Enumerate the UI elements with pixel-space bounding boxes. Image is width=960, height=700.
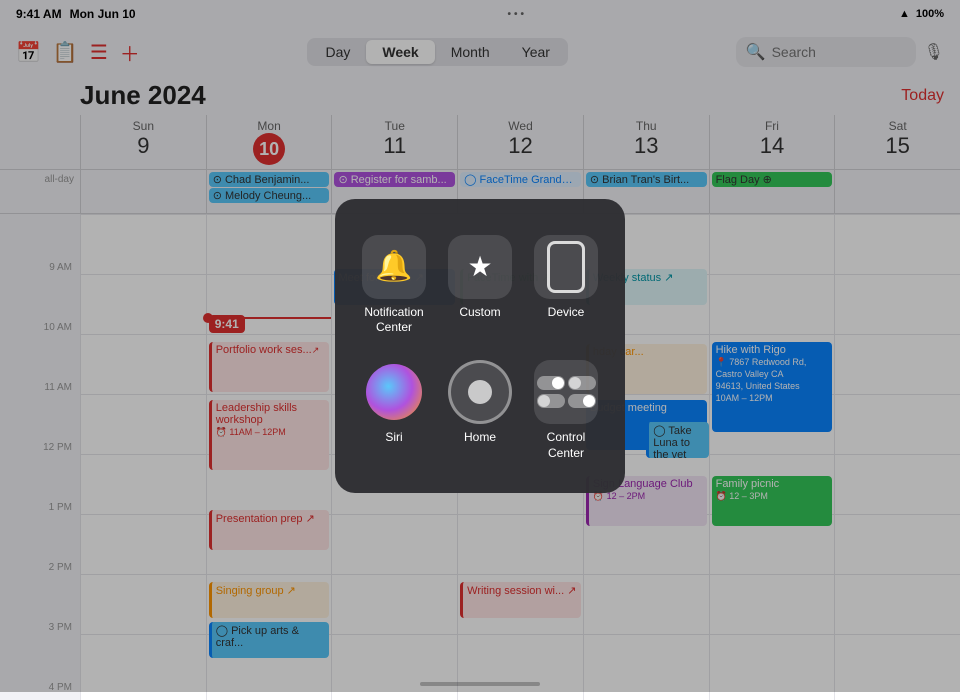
time-4pm: 4 PM — [0, 694, 80, 700]
toggle-2 — [568, 376, 596, 390]
siri-icon-wrap — [362, 360, 426, 424]
home-icon-wrap — [448, 360, 512, 424]
control-label: ControlCenter — [547, 430, 586, 461]
control-icon-wrap — [534, 360, 598, 424]
popup-custom[interactable]: ★ Custom — [437, 219, 523, 344]
device-tablet-icon — [547, 241, 585, 293]
siri-orb-icon — [366, 364, 422, 420]
home-label: Home — [464, 430, 496, 446]
notification-label: NotificationCenter — [364, 305, 423, 336]
device-label: Device — [548, 305, 585, 321]
popup-home[interactable]: Home — [437, 344, 523, 469]
popup-device[interactable]: Device — [523, 219, 609, 344]
popup-notification[interactable]: 🔔 NotificationCenter — [351, 219, 437, 344]
custom-label: Custom — [459, 305, 500, 321]
toggle-3 — [537, 394, 565, 408]
assistive-touch-popup: 🔔 NotificationCenter ★ Custom Device Sir… — [335, 199, 625, 493]
popup-siri[interactable]: Siri — [351, 344, 437, 469]
device-icon-wrap — [534, 235, 598, 299]
custom-icon-wrap: ★ — [448, 235, 512, 299]
popup-control[interactable]: ControlCenter — [523, 344, 609, 469]
assistive-touch-overlay: 🔔 NotificationCenter ★ Custom Device Sir… — [0, 0, 960, 692]
toggle-1 — [537, 376, 565, 390]
control-center-icon — [537, 376, 596, 408]
notification-icon-wrap: 🔔 — [362, 235, 426, 299]
bell-icon: 🔔 — [375, 249, 412, 284]
star-icon: ★ — [467, 250, 492, 283]
toggle-4 — [568, 394, 596, 408]
siri-label: Siri — [385, 430, 402, 446]
